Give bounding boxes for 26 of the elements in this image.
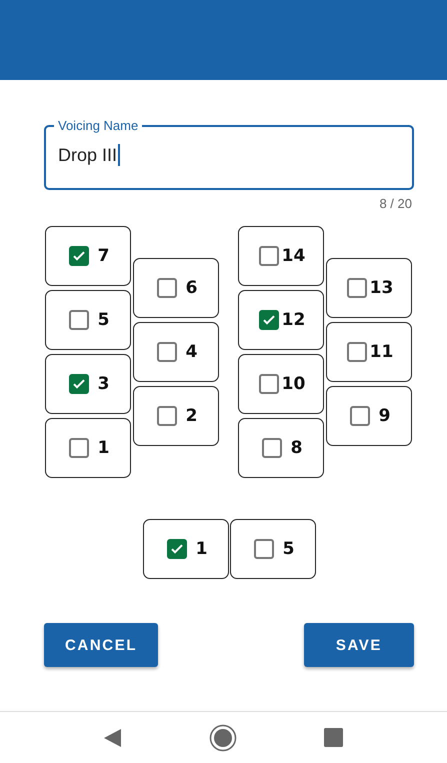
text-cursor — [118, 144, 120, 166]
voice-toggle[interactable]: 9 — [326, 386, 412, 446]
voice-toggle[interactable]: 14 — [238, 226, 324, 286]
back-icon[interactable] — [104, 728, 122, 748]
home-icon[interactable] — [208, 724, 237, 752]
voice-toggle[interactable]: 1 — [143, 519, 229, 579]
voice-toggle[interactable]: 10 — [238, 354, 324, 414]
voice-toggle[interactable]: 11 — [326, 322, 412, 382]
voice-toggle[interactable]: 12 — [238, 290, 324, 350]
recents-icon[interactable] — [324, 728, 344, 747]
voice-toggle[interactable]: 8 — [238, 418, 324, 478]
save-button[interactable]: SAVE — [304, 623, 414, 667]
voicing-name-field[interactable]: Voicing Name Drop III — [44, 118, 414, 190]
voice-toggle[interactable]: 7 — [45, 226, 131, 286]
voice-toggle[interactable]: 4 — [133, 322, 219, 382]
character-counter: 8 / 20 — [379, 196, 412, 211]
field-label: Voicing Name — [57, 118, 140, 134]
cancel-button[interactable]: CANCEL — [44, 623, 158, 667]
voice-toggle[interactable]: 2 — [133, 386, 219, 446]
voice-toggle[interactable]: 6 — [133, 258, 219, 318]
voice-toggle[interactable]: 5 — [45, 290, 131, 350]
voice-toggle[interactable]: 5 — [230, 519, 316, 579]
voice-toggle[interactable]: 3 — [45, 354, 131, 414]
field-value: Drop III — [58, 144, 118, 166]
voice-toggle[interactable]: 1 — [45, 418, 131, 478]
voice-toggle[interactable]: 13 — [326, 258, 412, 318]
